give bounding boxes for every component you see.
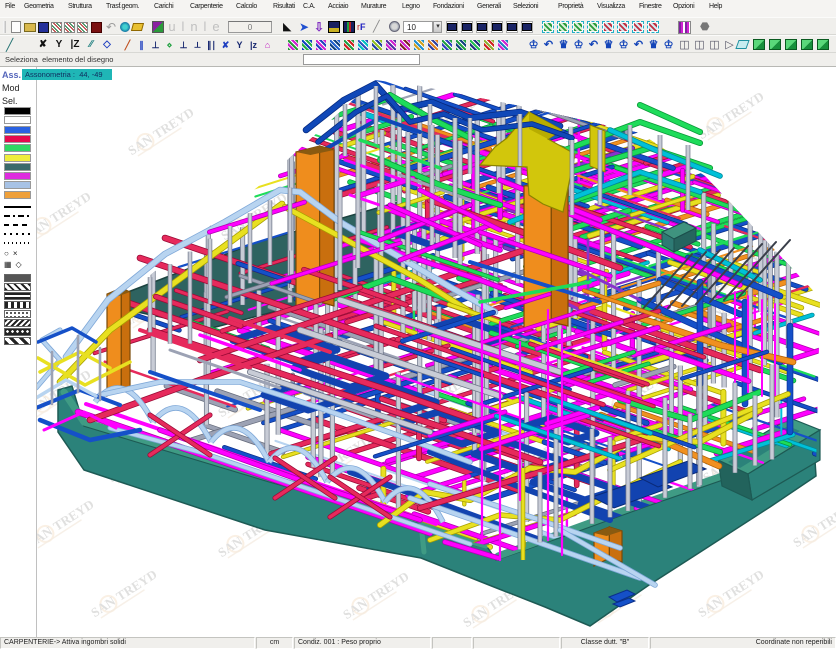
svg-text:TREYD: TREYD (47, 188, 93, 225)
svg-text:TREYD: TREYD (50, 496, 96, 533)
svg-text:TREYD: TREYD (720, 88, 766, 125)
svg-text:TREYD: TREYD (365, 568, 411, 605)
svg-text:TREYD: TREYD (113, 566, 159, 603)
svg-text:TREYD: TREYD (150, 104, 196, 141)
svg-text:TREYD: TREYD (720, 566, 766, 603)
